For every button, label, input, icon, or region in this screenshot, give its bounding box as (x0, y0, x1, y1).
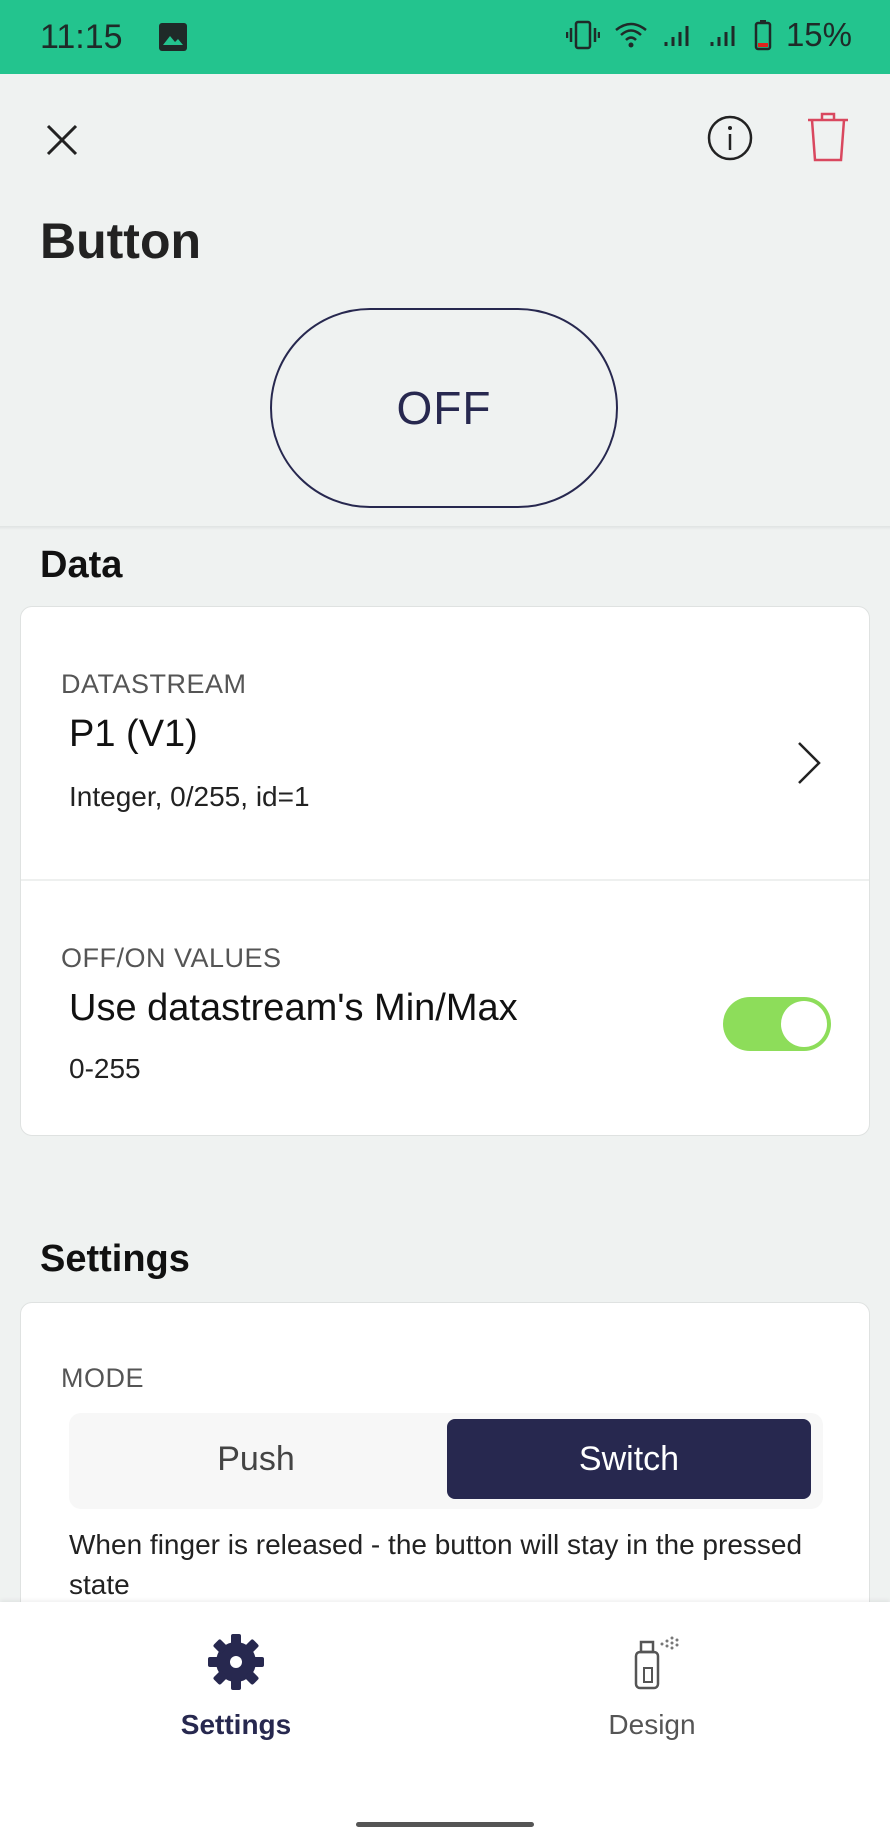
min-max-toggle[interactable] (723, 997, 831, 1051)
signal-icon-1 (662, 20, 694, 50)
page-title: Button (40, 213, 202, 269)
mode-description: When finger is released - the button wil… (69, 1529, 803, 1600)
spray-can-icon (634, 1636, 679, 1690)
battery-percent: 15% (785, 16, 852, 53)
delete-button[interactable] (804, 110, 852, 164)
chevron-right-icon (798, 742, 821, 784)
datastream-value: P1 (V1) (69, 713, 198, 755)
bottom-navigation: Settings Design (0, 1602, 890, 1840)
top-bar (0, 74, 890, 194)
settings-section-title: Settings (40, 1238, 190, 1280)
trash-icon (808, 112, 848, 162)
button-preview[interactable]: OFF (270, 308, 618, 508)
datastream-label: DATASTREAM (61, 669, 247, 699)
datastream-row[interactable]: DATASTREAM P1 (V1) Integer, 0/255, id=1 (21, 607, 869, 879)
off-on-values-row: OFF/ON VALUES Use datastream's Min/Max 0… (21, 881, 869, 1137)
mode-switch-option[interactable]: Switch (447, 1419, 811, 1499)
status-time: 11:15 (40, 18, 123, 56)
nav-settings-label: Settings (180, 1709, 292, 1740)
close-icon (46, 124, 78, 156)
nav-design[interactable]: Design (552, 1632, 752, 1741)
settings-card: MODE Push Switch When finger is released… (20, 1302, 870, 1622)
battery-icon (754, 19, 772, 51)
home-indicator[interactable] (356, 1822, 534, 1827)
toggle-knob (781, 1001, 827, 1047)
info-button[interactable] (704, 112, 756, 164)
wifi-icon (614, 20, 648, 50)
data-card: DATASTREAM P1 (V1) Integer, 0/255, id=1 … (20, 606, 870, 1136)
nav-settings[interactable]: Settings (136, 1632, 336, 1741)
off-on-values-value: Use datastream's Min/Max (69, 987, 518, 1029)
datastream-detail: Integer, 0/255, id=1 (69, 781, 310, 812)
preview-divider (0, 526, 890, 530)
gear-icon (208, 1634, 264, 1690)
data-section-title: Data (40, 544, 123, 586)
signal-icon-2 (708, 20, 740, 50)
close-button[interactable] (36, 114, 88, 166)
mode-segmented-control: Push Switch (69, 1413, 823, 1509)
vibrate-icon (565, 18, 600, 52)
mode-label: MODE (61, 1363, 144, 1393)
off-on-values-label: OFF/ON VALUES (61, 943, 282, 973)
nav-design-label: Design (608, 1709, 696, 1740)
status-bar: 11:15 15% (0, 0, 890, 74)
off-on-values-detail: 0-255 (69, 1053, 141, 1084)
image-notification-icon (158, 22, 188, 57)
mode-push-option[interactable]: Push (69, 1419, 443, 1499)
info-icon (707, 115, 753, 161)
